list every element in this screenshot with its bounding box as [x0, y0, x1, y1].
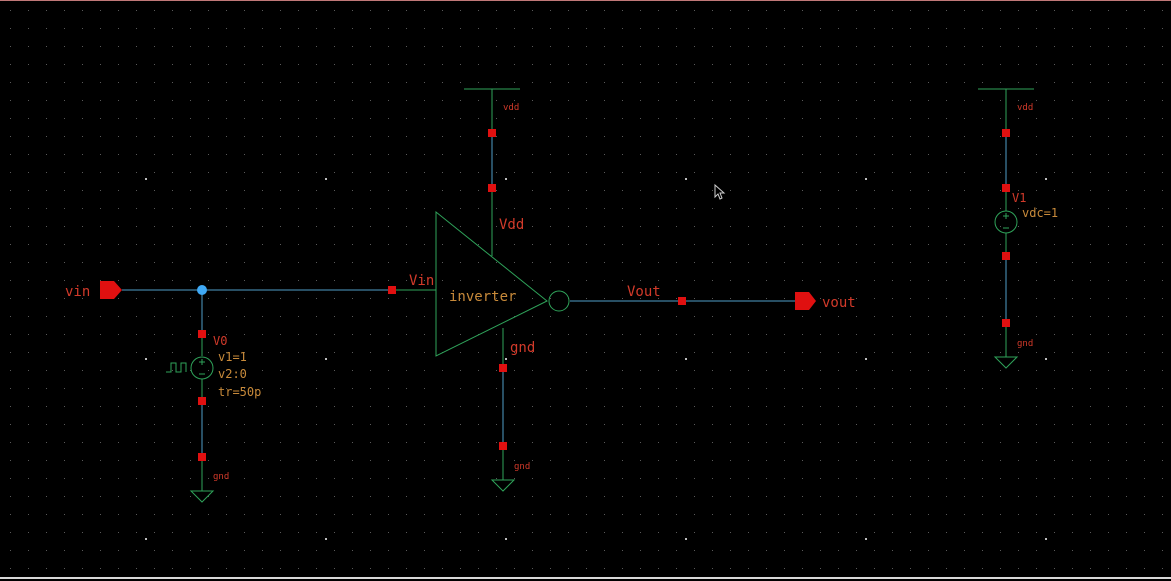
schematic-canvas[interactable]: vin vout Vin Vdd gnd Vout V0 V1 vdd vdd …: [0, 0, 1171, 581]
inverter-name-label: inverter: [449, 289, 516, 305]
inverter-port-vdd: Vdd: [499, 217, 524, 233]
net-label-gnd: gnd: [213, 472, 229, 482]
net-label-vdd: vdd: [503, 103, 519, 113]
inverter-bubble[interactable]: [548, 290, 570, 312]
net-label-vdd: vdd: [1017, 103, 1033, 113]
pin-square[interactable]: [499, 364, 507, 372]
pulse-waveform-icon: [166, 362, 187, 373]
pin-square[interactable]: [1002, 252, 1010, 260]
net-label-gnd: gnd: [514, 462, 530, 472]
gnd-triangle-source: [993, 356, 1019, 369]
pin-square[interactable]: [499, 442, 507, 450]
pin-square[interactable]: [198, 453, 206, 461]
window-border-bottom: [0, 577, 1171, 579]
inverter-port-gnd: gnd: [510, 340, 535, 356]
pin-square[interactable]: [678, 297, 686, 305]
pin-square[interactable]: [1002, 319, 1010, 327]
pin-square[interactable]: [1002, 184, 1010, 192]
wires: [122, 133, 1007, 457]
connection-points: [198, 129, 1010, 461]
vin-pin-label: vin: [65, 284, 90, 300]
vin-input-pin[interactable]: [100, 281, 122, 299]
pin-square[interactable]: [488, 129, 496, 137]
wire-junction-dot: [197, 285, 207, 295]
pin-square[interactable]: [488, 184, 496, 192]
pin-square[interactable]: [1002, 129, 1010, 137]
v0-param-v1: v1=1: [218, 350, 247, 364]
pin-square[interactable]: [198, 330, 206, 338]
v1-param-vdc: vdc=1: [1022, 206, 1058, 220]
vout-output-pin[interactable]: [795, 292, 816, 310]
inverter-port-vout: Vout: [627, 284, 661, 300]
v0-param-tr: tr=50p: [218, 385, 261, 399]
gnd-triangle-v0: [189, 490, 215, 503]
inverter-port-vin: Vin: [409, 273, 434, 289]
pin-square[interactable]: [198, 397, 206, 405]
v1-instance-label: V1: [1012, 191, 1026, 205]
pin-square[interactable]: [388, 286, 396, 294]
vout-pin-label: vout: [822, 295, 856, 311]
v0-param-v2: v2:0: [218, 367, 247, 381]
v0-instance-label: V0: [213, 334, 227, 348]
gnd-triangle-inverter: [490, 479, 516, 492]
net-label-gnd: gnd: [1017, 339, 1033, 349]
mouse-pointer-icon: [714, 183, 726, 200]
